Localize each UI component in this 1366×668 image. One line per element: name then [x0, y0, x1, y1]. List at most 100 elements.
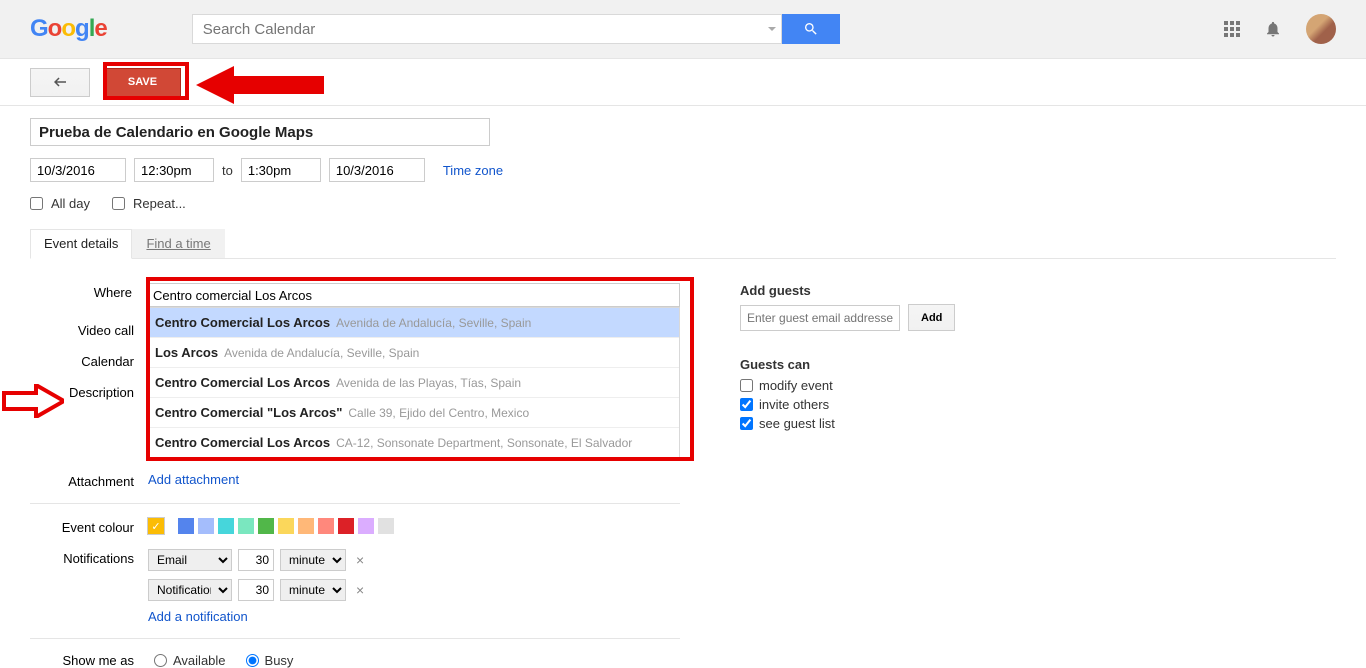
date-row: to Time zone: [30, 158, 1336, 182]
colour-swatch[interactable]: [318, 518, 334, 534]
end-date-input[interactable]: [329, 158, 425, 182]
tabs: Event details Find a time: [30, 229, 1336, 259]
guests-modify-checkbox[interactable]: [740, 379, 753, 392]
notif-type-select[interactable]: Email: [148, 549, 232, 571]
colour-swatch[interactable]: [298, 518, 314, 534]
colour-swatch[interactable]: [378, 518, 394, 534]
end-time-input[interactable]: [241, 158, 321, 182]
suggestion-addr: Avenida de Andalucía, Seville, Spain: [224, 346, 419, 360]
notif-unit-select[interactable]: minutes: [280, 579, 346, 601]
start-date-input[interactable]: [30, 158, 126, 182]
header-right: [1224, 14, 1336, 44]
colour-swatch[interactable]: [178, 518, 194, 534]
notif-value-input[interactable]: [238, 549, 274, 571]
suggestion-item[interactable]: Los ArcosAvenida de Andalucía, Seville, …: [147, 338, 679, 368]
details-left: Where Centro Comercial Los ArcosAvenida …: [30, 283, 680, 668]
attachment-label: Attachment: [30, 472, 148, 489]
where-input[interactable]: [146, 283, 680, 307]
notifications-icon[interactable]: [1264, 20, 1282, 38]
notification-row: Notification minutes ×: [148, 579, 368, 601]
header-bar: Google: [0, 0, 1366, 59]
guests-modify-row: modify event: [740, 378, 1020, 393]
notif-unit-select[interactable]: minutes: [280, 549, 346, 571]
repeat-label: Repeat...: [133, 196, 186, 211]
suggestion-addr: CA-12, Sonsonate Department, Sonsonate, …: [336, 436, 632, 450]
avatar[interactable]: [1306, 14, 1336, 44]
details-right: Add guests Add Guests can modify event i…: [740, 283, 1020, 668]
details-wrap: Where Centro Comercial Los ArcosAvenida …: [30, 283, 1336, 668]
guests-invite-row: invite others: [740, 397, 1020, 412]
suggestion-name: Centro Comercial Los Arcos: [155, 315, 330, 330]
guests-invite-checkbox[interactable]: [740, 398, 753, 411]
where-suggestions: Centro Comercial Los Arcos Avenida de And…: [146, 307, 680, 458]
suggestion-addr: Avenida de Andalucía, Seville, Spain: [336, 316, 531, 330]
colour-swatch[interactable]: ✓: [148, 518, 164, 534]
available-radio[interactable]: [154, 654, 167, 667]
colour-swatch[interactable]: [358, 518, 374, 534]
colour-swatch[interactable]: [278, 518, 294, 534]
guest-email-input[interactable]: [740, 305, 900, 331]
colour-swatches: ✓: [148, 518, 394, 535]
options-row: All day Repeat...: [30, 196, 1336, 211]
allday-checkbox[interactable]: [30, 197, 43, 210]
start-time-input[interactable]: [134, 158, 214, 182]
description-label: Description: [30, 383, 148, 400]
guests-can: Guests can modify event invite others se…: [740, 357, 1020, 431]
remove-notification-icon[interactable]: ×: [352, 552, 368, 568]
calendar-label: Calendar: [30, 352, 148, 369]
tab-event-details[interactable]: Event details: [30, 229, 132, 259]
remove-notification-icon[interactable]: ×: [352, 582, 368, 598]
annotation-save-arrow: [196, 64, 324, 106]
colour-swatch[interactable]: [258, 518, 274, 534]
content: to Time zone All day Repeat... Event det…: [0, 106, 1366, 668]
suggestion-item[interactable]: Centro Comercial "Los Arcos"Calle 39, Ej…: [147, 398, 679, 428]
busy-label: Busy: [265, 653, 294, 668]
colour-swatch[interactable]: [198, 518, 214, 534]
where-input-wrap: Centro Comercial Los ArcosAvenida de And…: [146, 283, 680, 307]
add-notification-link[interactable]: Add a notification: [148, 609, 248, 624]
to-label: to: [222, 163, 233, 178]
row-where: Where Centro Comercial Los ArcosAvenida …: [30, 283, 680, 307]
apps-icon[interactable]: [1224, 21, 1240, 37]
row-showmeas: Show me as Available Busy: [30, 653, 680, 668]
row-attachment: Attachment Add attachment: [30, 472, 680, 489]
search-dropdown-arrow[interactable]: [768, 27, 776, 31]
suggestion-name: Centro Comercial Los Arcos: [155, 435, 330, 450]
notif-value-input[interactable]: [238, 579, 274, 601]
videocall-label: Video call: [30, 321, 148, 338]
notification-row: Email minutes ×: [148, 549, 368, 571]
back-button[interactable]: [30, 68, 90, 97]
event-title-input[interactable]: [30, 118, 490, 146]
tab-find-a-time[interactable]: Find a time: [132, 229, 224, 258]
guests-modify-label: modify event: [759, 378, 833, 393]
search-icon: [803, 21, 819, 37]
search-button[interactable]: [782, 14, 840, 44]
suggestion-item[interactable]: Centro Comercial Los ArcosAvenida de las…: [147, 368, 679, 398]
timezone-link[interactable]: Time zone: [443, 163, 503, 178]
busy-radio[interactable]: [246, 654, 259, 667]
divider: [30, 503, 680, 504]
add-guest-button[interactable]: Add: [908, 304, 955, 331]
row-notifications: Notifications Email minutes × Notificati…: [30, 549, 680, 624]
colour-swatch[interactable]: [338, 518, 354, 534]
add-attachment-link[interactable]: Add attachment: [148, 472, 239, 489]
guests-seelist-checkbox[interactable]: [740, 417, 753, 430]
available-label: Available: [173, 653, 226, 668]
guest-input-row: Add: [740, 304, 1020, 331]
guests-can-heading: Guests can: [740, 357, 1020, 372]
repeat-checkbox[interactable]: [112, 197, 125, 210]
search-input[interactable]: [192, 14, 782, 44]
search-wrap: [192, 14, 840, 44]
divider: [30, 638, 680, 639]
colour-swatch[interactable]: [238, 518, 254, 534]
notif-type-select[interactable]: Notification: [148, 579, 232, 601]
toolbar: SAVE: [0, 59, 1366, 106]
guests-seelist-row: see guest list: [740, 416, 1020, 431]
notifications-list: Email minutes × Notification minutes × A…: [148, 549, 368, 624]
suggestion-item[interactable]: Centro Comercial Los Arcos CA-12, Sonsona…: [147, 428, 679, 457]
google-logo[interactable]: Google: [30, 15, 107, 43]
suggestion-item[interactable]: Centro Comercial Los Arcos Avenida de And…: [147, 308, 679, 338]
colour-swatch[interactable]: [218, 518, 234, 534]
save-button[interactable]: SAVE: [104, 68, 181, 97]
add-guests-heading: Add guests: [740, 283, 1020, 298]
